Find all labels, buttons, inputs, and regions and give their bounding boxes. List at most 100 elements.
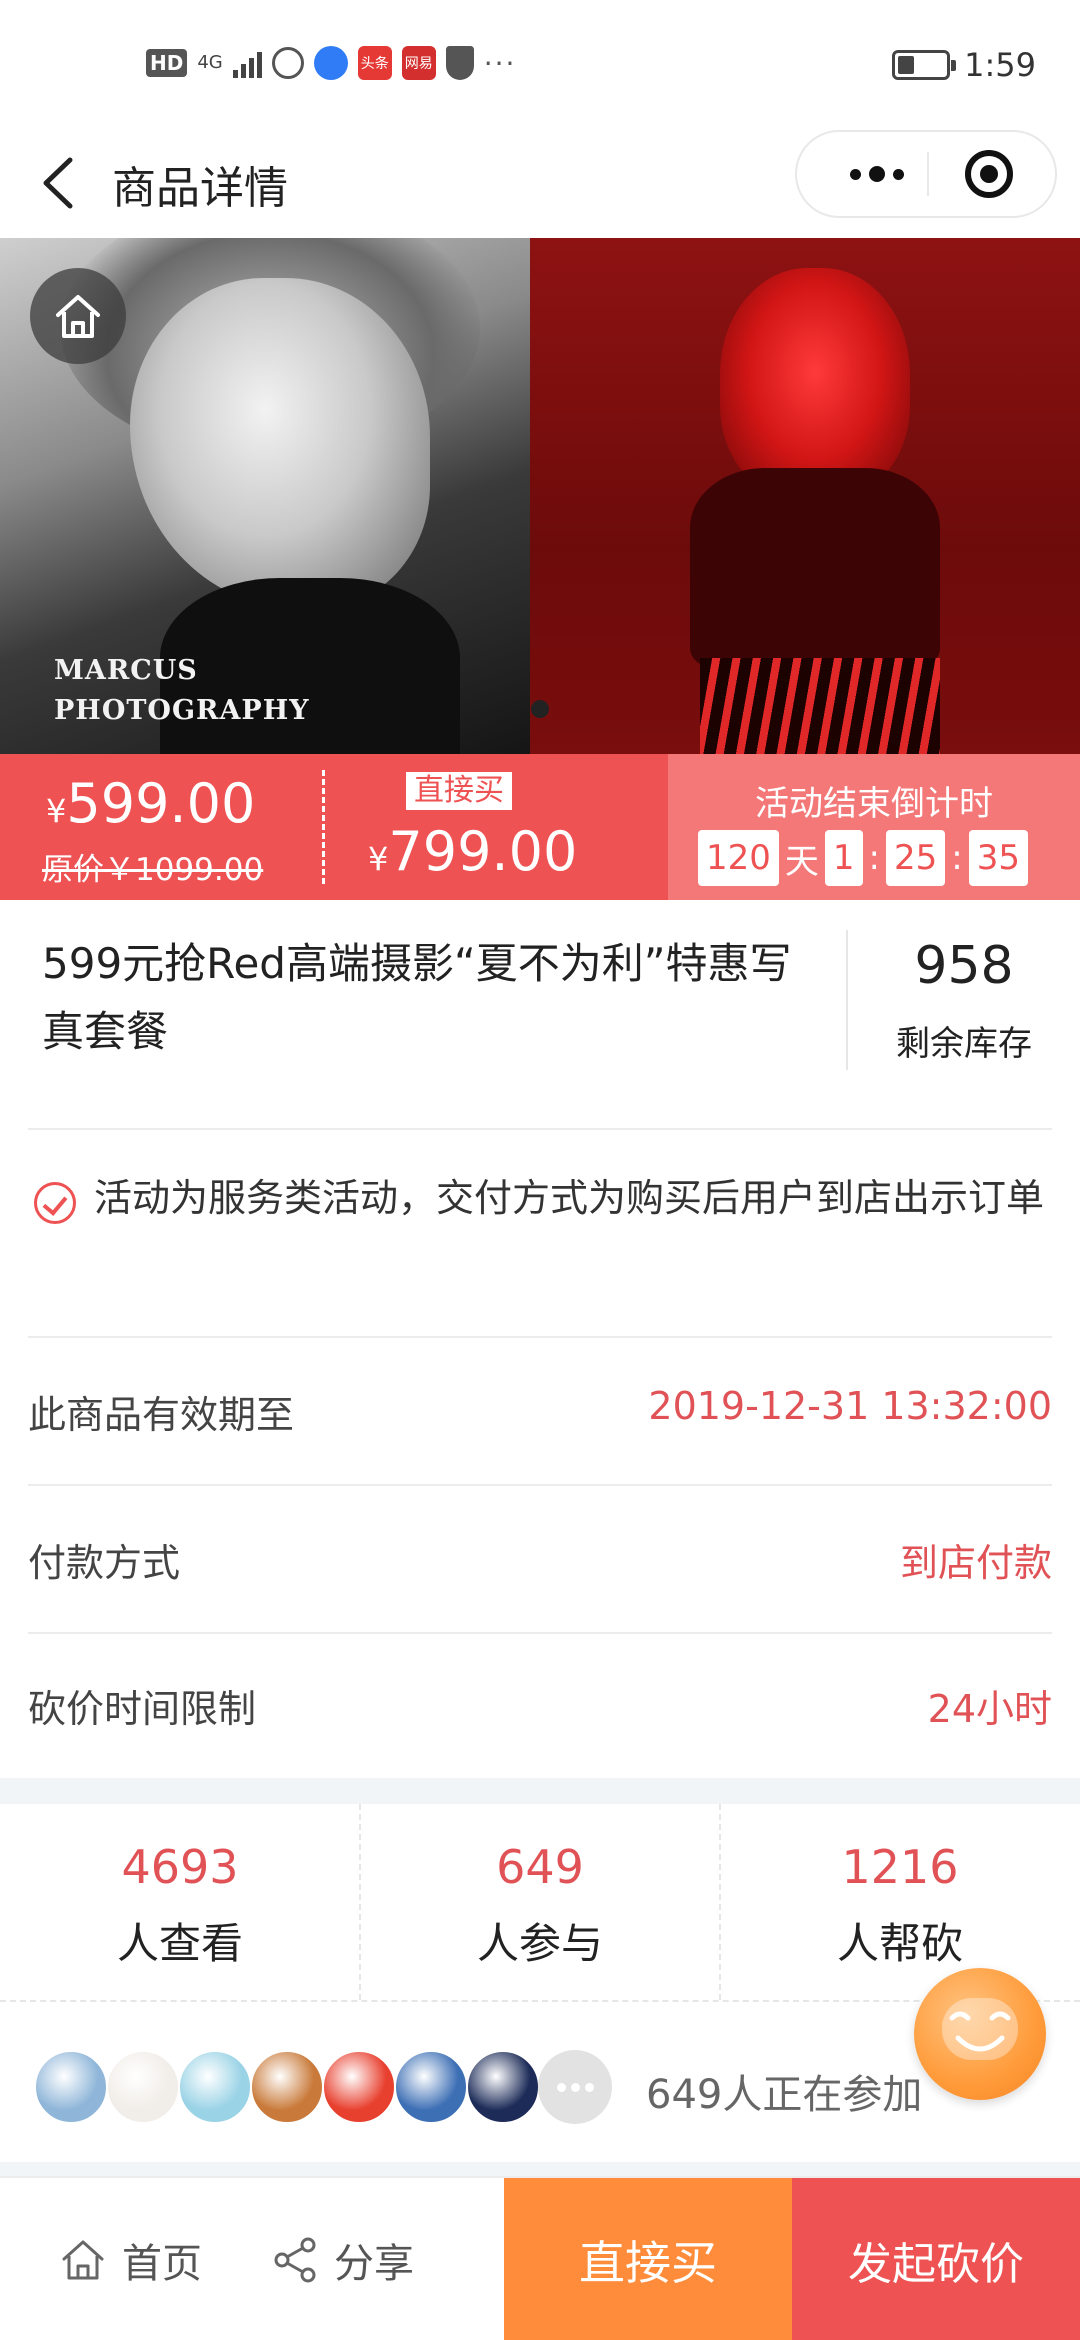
toutiao-icon: 头条: [357, 46, 392, 80]
countdown-timer: 120 天 1 : 25 : 35: [698, 830, 1029, 886]
netease-icon: 网易: [401, 46, 436, 80]
stat-label: 人参与: [476, 1919, 603, 1968]
home-tab-label: 首页: [122, 2241, 202, 2287]
status-icons-left: HD 4G 头条 网易 ···: [146, 46, 516, 80]
participants-count-text: 649人正在参加: [646, 2072, 923, 2118]
section-gap: [0, 1778, 1080, 1804]
home-tab-button[interactable]: 首页: [58, 2178, 202, 2340]
info-label: 此商品有效期至: [28, 1393, 295, 1437]
battery-fill: [898, 56, 915, 74]
chevron-left-icon: [43, 157, 73, 209]
price-strip: ¥599.00 原价￥1099.00 直接买 ¥799.00 活动结束倒计时 1…: [0, 754, 1080, 900]
direct-buy-button[interactable]: 直接买: [504, 2178, 792, 2340]
info-value: 2019-12-31 13:32:00: [648, 1384, 1052, 1428]
carousel-indicator: [531, 700, 549, 718]
stat-views: 4693 人查看: [0, 1804, 360, 2000]
stat-label: 人帮砍: [836, 1919, 963, 1968]
signal-icon: [232, 48, 262, 78]
share-icon: [274, 2237, 316, 2283]
direct-buy-tag: 直接买: [406, 772, 512, 810]
section-gap: [0, 2162, 1080, 2176]
stock-count: 958: [914, 936, 1014, 996]
battery-icon: [892, 50, 957, 80]
stat-value: 4693: [121, 1840, 239, 1894]
countdown-hours: 1: [824, 830, 863, 886]
back-button[interactable]: [30, 150, 90, 216]
participant-avatars: [34, 2050, 612, 2124]
page-title: 商品详情: [112, 163, 288, 214]
participant-avatar: [34, 2050, 108, 2124]
stat-value: 649: [496, 1840, 584, 1894]
countdown-day-unit: 天: [784, 841, 819, 882]
mini-program-capsule: [795, 130, 1057, 218]
share-button[interactable]: 分享: [270, 2178, 414, 2340]
home-icon: [56, 295, 100, 338]
info-value: 到店付款: [899, 1541, 1052, 1585]
nav-bar: 商品详情: [0, 130, 1080, 238]
info-row-time-limit: 砍价时间限制 24小时: [0, 1632, 1080, 1778]
participant-avatar: [106, 2050, 180, 2124]
direct-buy-price: ¥799.00: [368, 820, 577, 883]
currency-symbol: ¥: [46, 792, 67, 830]
share-label: 分享: [334, 2241, 414, 2287]
more-dot-icon: [584, 2082, 594, 2092]
more-dot-icon: [570, 2082, 580, 2092]
activity-notice: 活动为服务类活动，交付方式为购买后用户到店出示订单: [94, 1176, 1045, 1220]
clock: 1:59: [964, 46, 1036, 84]
watermark-line1: MARCUS: [54, 655, 198, 686]
banner-image-part: [720, 268, 910, 498]
product-banner[interactable]: MARCUS PHOTOGRAPHY: [0, 238, 1080, 754]
smile-icon: [949, 2011, 1011, 2052]
info-label: 付款方式: [28, 1541, 181, 1585]
more-dot-icon: [869, 166, 885, 182]
stat-participants: 649 人参与: [360, 1804, 720, 2000]
watermark-line2: PHOTOGRAPHY: [54, 695, 310, 726]
countdown-colon: :: [951, 838, 963, 878]
product-title-section: 599元抢Red高端摄影“夏不为利”特惠写真套餐 958 剩余库存: [0, 900, 1080, 1136]
price-divider: [322, 770, 325, 884]
divider: [28, 1128, 1052, 1130]
customer-service-button[interactable]: [914, 1968, 1046, 2100]
product-title: 599元抢Red高端摄影“夏不为利”特惠写真套餐: [42, 939, 792, 1056]
status-bar: HD 4G 头条 网易 ··· 1:59: [0, 0, 1080, 130]
globe-icon: [271, 47, 304, 79]
network-type: 4G: [197, 52, 223, 73]
qq-browser-icon: [313, 46, 348, 80]
banner-image-part: [130, 278, 430, 608]
more-dot-icon: [893, 168, 904, 180]
status-icons-right: 1:59: [892, 46, 1036, 84]
more-dot-icon: [556, 2082, 566, 2092]
info-label: 砍价时间限制: [28, 1687, 257, 1731]
countdown-title: 活动结束倒计时: [755, 784, 993, 824]
start-bargain-button[interactable]: 发起砍价: [792, 2178, 1080, 2340]
countdown-colon: :: [868, 838, 881, 878]
info-row-validity: 此商品有效期至 2019-12-31 13:32:00: [0, 1338, 1080, 1484]
original-price: 原价￥1099.00: [42, 852, 264, 888]
stat-label: 人查看: [116, 1919, 243, 1968]
info-row-payment: 付款方式 到店付款: [0, 1486, 1080, 1632]
direct-price-value: 799.00: [388, 820, 578, 883]
more-participants-icon[interactable]: [538, 2050, 612, 2124]
close-mini-program-icon[interactable]: [965, 150, 1013, 198]
participant-avatar: [322, 2050, 396, 2124]
banner-watermark: MARCUS PHOTOGRAPHY: [54, 651, 309, 731]
currency-symbol: ¥: [368, 840, 389, 878]
participant-avatar: [178, 2050, 252, 2124]
shield-check-icon: [445, 46, 474, 80]
more-dot-icon: [850, 168, 861, 180]
stock-label: 剩余库存: [896, 1024, 1032, 1064]
banner-image-part: [700, 658, 940, 754]
participant-avatar: [250, 2050, 324, 2124]
countdown-minutes: 25: [886, 830, 946, 886]
countdown: 活动结束倒计时 120 天 1 : 25 : 35: [668, 754, 1080, 900]
countdown-days: 120: [698, 830, 779, 886]
bargain-price: ¥599.00: [46, 772, 255, 835]
stat-value: 1216: [841, 1840, 959, 1894]
home-float-button[interactable]: [30, 268, 126, 364]
participant-avatar: [466, 2050, 540, 2124]
bargain-price-value: 599.00: [66, 772, 256, 835]
hd-indicator: HD: [146, 49, 188, 77]
more-menu-button[interactable]: [827, 132, 927, 216]
bottom-action-bar: 首页 分享 直接买 发起砍价: [0, 2176, 1080, 2340]
participant-avatar: [394, 2050, 468, 2124]
